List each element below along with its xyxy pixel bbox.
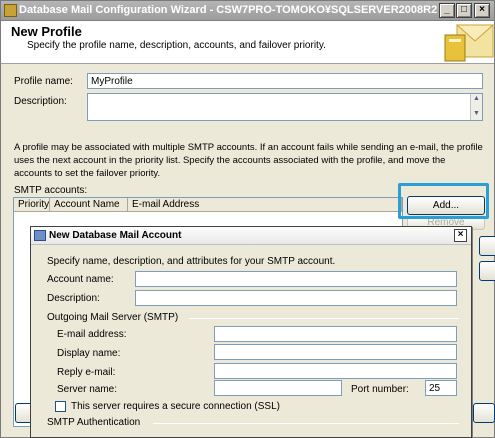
window-title: Database Mail Configuration Wizard - CSW… [19,4,438,16]
description-scrollbar[interactable]: ▲ ▼ [470,94,482,120]
ssl-checkbox[interactable] [55,401,66,412]
envelope-icon [444,24,495,62]
minimize-button[interactable]: _ [439,3,455,18]
page-subtitle: Specify the profile name, description, a… [27,40,326,51]
column-header-priority[interactable]: Priority [14,198,50,212]
app-icon [4,4,17,17]
port-number-input[interactable]: 25 [425,380,457,396]
column-header-email-address[interactable]: E-mail Address [128,198,402,212]
move-down-button[interactable] [479,261,495,281]
add-button-highlight [398,183,489,219]
profile-name-label: Profile name: [14,76,73,87]
close-button[interactable]: × [474,3,490,18]
scroll-down-icon[interactable]: ▼ [471,110,482,117]
profile-description-input[interactable]: ▲ ▼ [87,93,483,121]
profile-description-label: Description: [14,96,67,107]
maximize-button[interactable]: □ [456,3,472,18]
profile-name-input[interactable]: MyProfile [87,73,483,89]
new-account-dialog: New Database Mail Account × Specify name… [30,226,472,438]
dialog-title-bar[interactable]: New Database Mail Account × [31,227,471,245]
column-header-account-name[interactable]: Account Name [50,198,128,212]
profile-description-value [88,94,94,98]
auth-section-divider [153,423,459,424]
account-description-input[interactable] [135,290,457,306]
title-bar[interactable]: Database Mail Configuration Wizard - CSW… [1,1,494,21]
dialog-title: New Database Mail Account [49,230,182,241]
server-name-input[interactable] [214,380,342,396]
reply-email-input[interactable] [214,363,457,379]
reply-email-label: Reply e-mail: [57,367,116,378]
display-name-label: Display name: [57,348,121,359]
profile-info-text: A profile may be associated with multipl… [14,142,483,179]
dialog-intro-text: Specify name, description, and attribute… [47,256,336,267]
mail-account-icon [34,230,46,241]
page-title: New Profile [11,24,82,39]
port-number-label: Port number: [351,384,409,395]
smtp-accounts-label: SMTP accounts: [14,185,88,196]
dialog-close-button[interactable]: × [454,229,467,242]
move-up-button[interactable] [479,236,495,256]
email-address-label: E-mail address: [57,329,127,340]
account-description-label: Description: [47,293,100,304]
wizard-header: New Profile Specify the profile name, de… [1,21,495,64]
account-name-label: Account name: [47,274,114,285]
outgoing-section-divider [189,318,459,319]
scroll-up-icon[interactable]: ▲ [471,95,482,102]
account-name-input[interactable] [135,271,457,287]
server-name-label: Server name: [57,384,118,395]
display-name-input[interactable] [214,344,457,360]
smtp-authentication-section-label: SMTP Authentication [47,417,141,428]
email-address-input[interactable] [214,326,457,342]
finish-button[interactable] [473,403,495,423]
ssl-checkbox-label[interactable]: This server requires a secure connection… [71,401,280,412]
outgoing-server-section-label: Outgoing Mail Server (SMTP) [47,312,179,323]
